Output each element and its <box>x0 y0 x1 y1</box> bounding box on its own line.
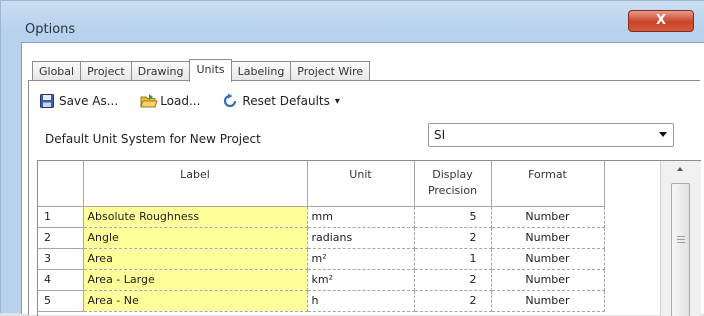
unit-cell[interactable]: m² <box>307 248 415 270</box>
format-cell[interactable]: Number <box>491 290 605 312</box>
units-grid: Label Unit Display Precision Format 1 Ab… <box>37 160 701 316</box>
precision-cell[interactable]: 2 <box>414 227 492 249</box>
save-as-button[interactable]: Save As... <box>39 93 118 109</box>
precision-cell[interactable]: 2 <box>414 269 492 291</box>
scrollbar-thumb[interactable] <box>671 183 690 316</box>
unit-cell[interactable]: h <box>307 290 415 312</box>
format-cell[interactable]: Number <box>491 206 605 228</box>
table-row[interactable]: 2 Angle radians 2 Number <box>38 227 605 249</box>
unit-system-value: SI <box>434 128 446 142</box>
row-number[interactable]: 5 <box>38 290 84 312</box>
thumb-grip-icon <box>677 236 685 237</box>
column-header-display-precision[interactable]: Display Precision <box>414 161 492 207</box>
row-number[interactable]: 4 <box>38 269 84 291</box>
column-header-unit[interactable]: Unit <box>307 161 415 207</box>
label-cell: Absolute Roughness <box>83 206 308 228</box>
precision-cell[interactable]: 2 <box>414 290 492 312</box>
row-number[interactable]: 1 <box>38 206 84 228</box>
chevron-down-icon: ▾ <box>334 95 340 107</box>
unit-cell[interactable]: mm <box>307 206 415 228</box>
toolbar: Save As... Load... Reset Defaults ▾ <box>39 91 362 111</box>
chevron-down-icon <box>659 132 667 137</box>
format-cell[interactable]: Number <box>491 248 605 270</box>
load-button[interactable]: Load... <box>140 93 200 109</box>
row-number[interactable]: 2 <box>38 227 84 249</box>
unit-system-select[interactable]: SI <box>428 123 674 147</box>
label-cell: Area - Large <box>83 269 308 291</box>
label-cell: Area <box>83 248 308 270</box>
dialog-client-area: Global Project Drawing Units Labeling Pr… <box>21 42 704 316</box>
precision-cell[interactable]: 1 <box>414 248 492 270</box>
table-row[interactable]: 4 Area - Large km² 2 Number <box>38 269 605 291</box>
header-row: Label Unit Display Precision Format <box>38 161 605 207</box>
column-header-label[interactable]: Label <box>83 161 308 207</box>
tab-global[interactable]: Global <box>32 61 82 81</box>
reset-icon <box>222 93 238 109</box>
tab-units[interactable]: Units <box>189 59 232 82</box>
tab-strip: Global Project Drawing Units Labeling Pr… <box>32 59 371 82</box>
precision-header-line1: Display <box>432 168 473 181</box>
window-title: Options <box>25 22 76 37</box>
open-folder-icon <box>140 93 158 109</box>
label-cell: Angle <box>83 227 308 249</box>
close-button[interactable]: X <box>628 10 694 32</box>
unit-system-label: Default Unit System for New Project <box>45 132 261 146</box>
reset-defaults-label: Reset Defaults <box>242 94 330 108</box>
unit-cell[interactable]: km² <box>307 269 415 291</box>
close-icon: X <box>655 13 667 28</box>
thumb-grip-icon <box>677 239 685 240</box>
table-row[interactable]: 3 Area m² 1 Number <box>38 248 605 270</box>
save-icon <box>39 93 55 109</box>
table-row[interactable]: 1 Absolute Roughness mm 5 Number <box>38 206 605 228</box>
table-row[interactable]: 5 Area - Ne h 2 Number <box>38 290 605 312</box>
tab-project-wire[interactable]: Project Wire <box>290 61 371 81</box>
units-table: Label Unit Display Precision Format 1 Ab… <box>38 161 605 312</box>
format-cell[interactable]: Number <box>491 227 605 249</box>
precision-header-line2: Precision <box>427 184 478 197</box>
vertical-scrollbar[interactable] <box>660 161 701 316</box>
column-header-format[interactable]: Format <box>491 161 605 207</box>
row-number-header <box>38 161 84 207</box>
thumb-grip-icon <box>677 242 685 243</box>
save-as-label: Save As... <box>59 94 119 108</box>
format-cell[interactable]: Number <box>491 269 605 291</box>
precision-cell[interactable]: 5 <box>414 206 492 228</box>
unit-cell[interactable]: radians <box>307 227 415 249</box>
label-cell: Area - Ne <box>83 290 308 312</box>
row-number[interactable]: 3 <box>38 248 84 270</box>
title-bar[interactable]: Options X <box>1 1 704 41</box>
options-window: Options X Global Project Drawing Units L… <box>0 0 704 316</box>
units-tab-panel: Save As... Load... Reset Defaults ▾ Defa… <box>28 80 701 316</box>
tab-project[interactable]: Project <box>80 61 132 81</box>
scroll-up-arrow-icon[interactable] <box>677 167 683 171</box>
load-label: Load... <box>160 94 201 108</box>
reset-defaults-button[interactable]: Reset Defaults ▾ <box>222 93 340 109</box>
tab-drawing[interactable]: Drawing <box>130 61 191 81</box>
tab-labeling[interactable]: Labeling <box>230 61 292 81</box>
